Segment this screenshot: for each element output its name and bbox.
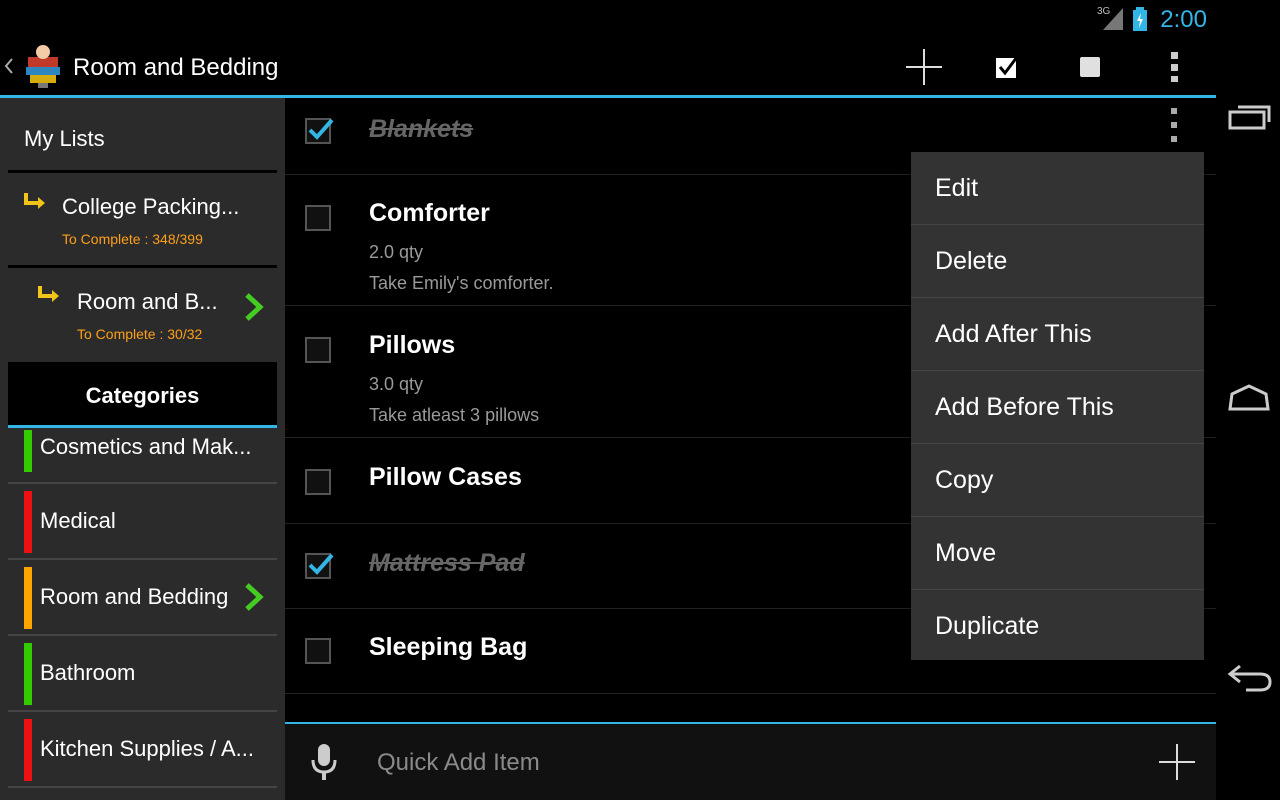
sidebar: My Lists College Packing... To Complete … <box>0 98 285 800</box>
home-button[interactable] <box>1222 374 1274 424</box>
menu-item-label: Copy <box>935 466 994 494</box>
category-label: Cosmetics and Mak... <box>40 434 252 459</box>
menu-item-label: Duplicate <box>935 612 1040 640</box>
uncheck-all-button[interactable] <box>1055 38 1125 95</box>
item-checkbox[interactable] <box>305 469 331 495</box>
menu-item-label: Add After This <box>935 320 1092 348</box>
menu-item-label: Edit <box>935 174 979 202</box>
item-title: Pillow Cases <box>369 463 522 491</box>
category-color-bar <box>24 430 32 472</box>
overflow-dot <box>1171 136 1177 142</box>
overflow-dots-icon <box>1171 51 1178 82</box>
list-name: Room and B... <box>77 289 218 314</box>
quick-add-input[interactable] <box>375 742 1029 784</box>
menu-item-label: Add Before This <box>935 393 1114 421</box>
menu-item-edit[interactable]: Edit <box>911 152 1204 225</box>
menu-item-add-before[interactable]: Add Before This <box>911 371 1204 444</box>
item-context-menu: Edit Delete Add After This Add Before Th… <box>911 152 1204 660</box>
my-lists-heading: My Lists <box>24 126 105 151</box>
item-quantity: 2.0 qty <box>369 242 424 262</box>
item-checkbox[interactable] <box>305 118 334 144</box>
quick-add-bar <box>285 722 1216 800</box>
category-item-bathroom[interactable]: Bathroom <box>8 636 277 712</box>
chevron-right-icon <box>245 293 264 321</box>
status-bar: 3G 2:00 <box>0 0 1216 38</box>
voice-input-button[interactable] <box>303 742 343 786</box>
item-title: Mattress Pad <box>369 549 525 577</box>
list-item-room-and-bedding[interactable]: Room and B... To Complete : 30/32 <box>8 268 277 360</box>
plus-icon <box>906 48 942 85</box>
category-color-bar <box>24 719 32 781</box>
action-bar: Room and Bedding <box>0 38 1216 95</box>
category-item-cosmetics[interactable]: Cosmetics and Mak... <box>8 410 277 484</box>
recent-apps-button[interactable] <box>1222 94 1274 144</box>
clock: 2:00 <box>1160 6 1207 33</box>
recent-apps-icon <box>1228 105 1271 130</box>
chevron-right-icon <box>245 583 264 611</box>
item-note: Take atleast 3 pillows <box>369 405 540 425</box>
item-title: Comforter <box>369 199 490 227</box>
back-caret-icon <box>4 58 13 74</box>
category-label: Medical <box>40 508 116 533</box>
list-progress: To Complete : 30/32 <box>77 326 203 342</box>
item-checkbox[interactable] <box>305 638 331 664</box>
quick-add-divider <box>285 722 1216 724</box>
checked-box-icon <box>996 55 1019 78</box>
plus-icon <box>1159 744 1195 780</box>
category-item-medical[interactable]: Medical <box>8 484 277 560</box>
subdirectory-arrow-icon <box>24 193 45 209</box>
category-color-bar <box>24 491 32 553</box>
list-item-college-packing[interactable]: College Packing... To Complete : 348/399 <box>8 173 277 265</box>
item-title: Sleeping Bag <box>369 633 528 661</box>
list-name: College Packing... <box>62 194 240 219</box>
menu-item-duplicate[interactable]: Duplicate <box>911 590 1204 662</box>
category-item-room-and-bedding[interactable]: Room and Bedding <box>8 560 277 636</box>
menu-item-label: Move <box>935 539 997 567</box>
category-label: Kitchen Supplies / A... <box>40 736 255 761</box>
category-color-bar <box>24 567 32 629</box>
item-quantity: 3.0 qty <box>369 374 424 394</box>
category-label: Room and Bedding <box>40 584 229 609</box>
empty-box-icon <box>1080 56 1100 77</box>
page-title: Room and Bedding <box>73 54 279 81</box>
item-title: Blankets <box>369 115 474 143</box>
menu-item-move[interactable]: Move <box>911 517 1204 590</box>
category-label: Bathroom <box>40 660 136 685</box>
item-checkbox[interactable] <box>305 337 331 363</box>
category-color-bar <box>24 643 32 705</box>
item-title: Pillows <box>369 331 456 359</box>
check-all-button[interactable] <box>972 38 1042 95</box>
quick-add-button[interactable] <box>1155 740 1199 784</box>
item-checkbox[interactable] <box>305 205 331 231</box>
checkmark-icon <box>308 118 334 140</box>
menu-item-copy[interactable]: Copy <box>911 444 1204 517</box>
back-arrow-icon <box>1227 664 1272 692</box>
overflow-menu-button[interactable] <box>1140 38 1210 95</box>
home-icon <box>1228 384 1270 411</box>
add-item-button[interactable] <box>889 38 959 95</box>
app-logo-icon <box>26 45 60 88</box>
overflow-dots-icon <box>1171 108 1177 114</box>
item-checkbox[interactable] <box>305 553 334 579</box>
item-overflow-button[interactable] <box>1162 108 1186 142</box>
category-item-kitchen-supplies[interactable]: Kitchen Supplies / A... <box>8 712 277 788</box>
menu-item-delete[interactable]: Delete <box>911 225 1204 298</box>
overflow-dot <box>1171 122 1177 128</box>
signal-icon <box>1103 8 1123 30</box>
home-up-button[interactable] <box>0 38 68 95</box>
menu-item-label: Delete <box>935 247 1008 275</box>
battery-icon <box>1133 7 1147 31</box>
microphone-icon <box>311 744 337 780</box>
categories-heading: Categories <box>85 383 200 408</box>
checkmark-icon <box>308 553 334 575</box>
list-progress: To Complete : 348/399 <box>62 231 203 247</box>
item-note: Take Emily's comforter. <box>369 273 554 293</box>
back-button[interactable] <box>1222 654 1274 704</box>
subdirectory-arrow-icon <box>38 286 59 302</box>
system-nav-bar <box>1216 0 1280 800</box>
menu-item-add-after[interactable]: Add After This <box>911 298 1204 371</box>
